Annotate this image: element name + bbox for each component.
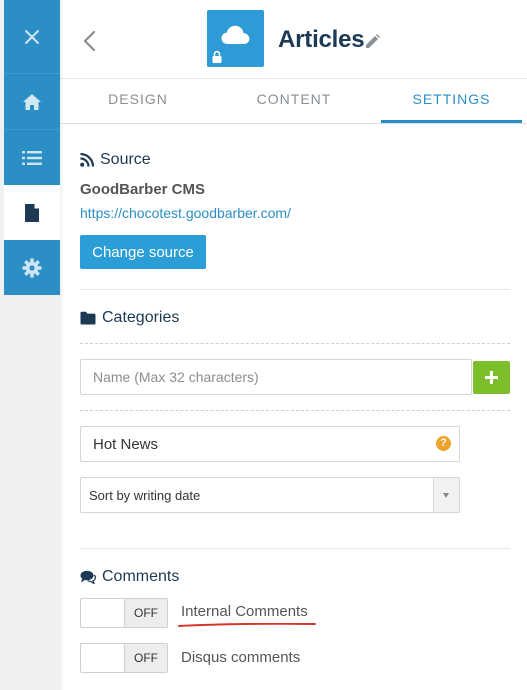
page-title: Articles: [278, 26, 365, 53]
internal-comments-toggle[interactable]: OFF: [80, 598, 168, 628]
sidebar-item-content[interactable]: [4, 185, 60, 240]
internal-comments-label: Internal Comments: [181, 603, 308, 620]
panel-shadow: [60, 0, 64, 690]
source-heading: Source: [80, 151, 151, 169]
cloud-icon: [221, 25, 250, 44]
sort-order-select[interactable]: Sort by writing date: [80, 477, 460, 513]
help-icon[interactable]: ?: [436, 436, 451, 451]
list-icon: [22, 150, 42, 165]
section-icon: [207, 10, 264, 67]
sort-order-value: Sort by writing date: [89, 488, 201, 503]
tab-design[interactable]: DESIGN: [60, 79, 216, 122]
rss-icon: [80, 153, 94, 167]
disqus-comments-toggle[interactable]: OFF: [80, 643, 168, 673]
comments-heading-label: Comments: [102, 568, 180, 585]
chevron-left-icon: [83, 30, 96, 52]
tab-content[interactable]: CONTENT: [216, 79, 372, 122]
pencil-icon: [366, 34, 380, 48]
folder-icon: [80, 311, 96, 325]
toggle-state: OFF: [124, 644, 167, 672]
dotted-divider: [80, 410, 510, 411]
tab-bar: DESIGN CONTENT SETTINGS: [60, 78, 527, 124]
back-button[interactable]: [80, 29, 100, 53]
comments-heading: Comments: [80, 568, 179, 586]
category-item[interactable]: Hot News ?: [80, 426, 460, 462]
add-category-button[interactable]: [473, 361, 510, 394]
chevron-down-icon: [433, 478, 459, 512]
dotted-divider: [80, 343, 510, 344]
category-name-input[interactable]: [80, 359, 472, 395]
red-underline-annotation: [178, 623, 316, 627]
tab-settings[interactable]: SETTINGS: [381, 79, 522, 123]
change-source-button[interactable]: Change source: [80, 235, 206, 269]
sidebar: [4, 0, 60, 295]
source-name: GoodBarber CMS: [80, 181, 206, 198]
sidebar-item-sections[interactable]: [4, 130, 60, 185]
categories-heading: Categories: [80, 309, 179, 327]
home-icon: [23, 93, 41, 110]
document-icon: [25, 203, 39, 222]
plus-icon: [485, 371, 498, 384]
toggle-state: OFF: [124, 599, 167, 627]
section-divider: [80, 289, 510, 290]
close-icon: [25, 29, 39, 44]
categories-heading-label: Categories: [102, 309, 180, 326]
comments-icon: [80, 570, 96, 584]
category-item-label: Hot News: [93, 436, 159, 453]
edit-title-button[interactable]: [364, 33, 381, 55]
close-button[interactable]: [4, 0, 60, 73]
section-divider: [80, 548, 510, 549]
source-url-link[interactable]: https://chocotest.goodbarber.com/: [80, 205, 291, 221]
disqus-comments-label: Disqus comments: [181, 649, 301, 666]
sidebar-item-settings[interactable]: [4, 240, 60, 295]
settings-panel: Articles DESIGN CONTENT SETTINGS Source …: [60, 0, 527, 690]
lock-icon: [210, 50, 224, 64]
sidebar-item-home[interactable]: [4, 74, 60, 129]
source-heading-label: Source: [100, 151, 151, 168]
gear-icon: [22, 258, 42, 277]
